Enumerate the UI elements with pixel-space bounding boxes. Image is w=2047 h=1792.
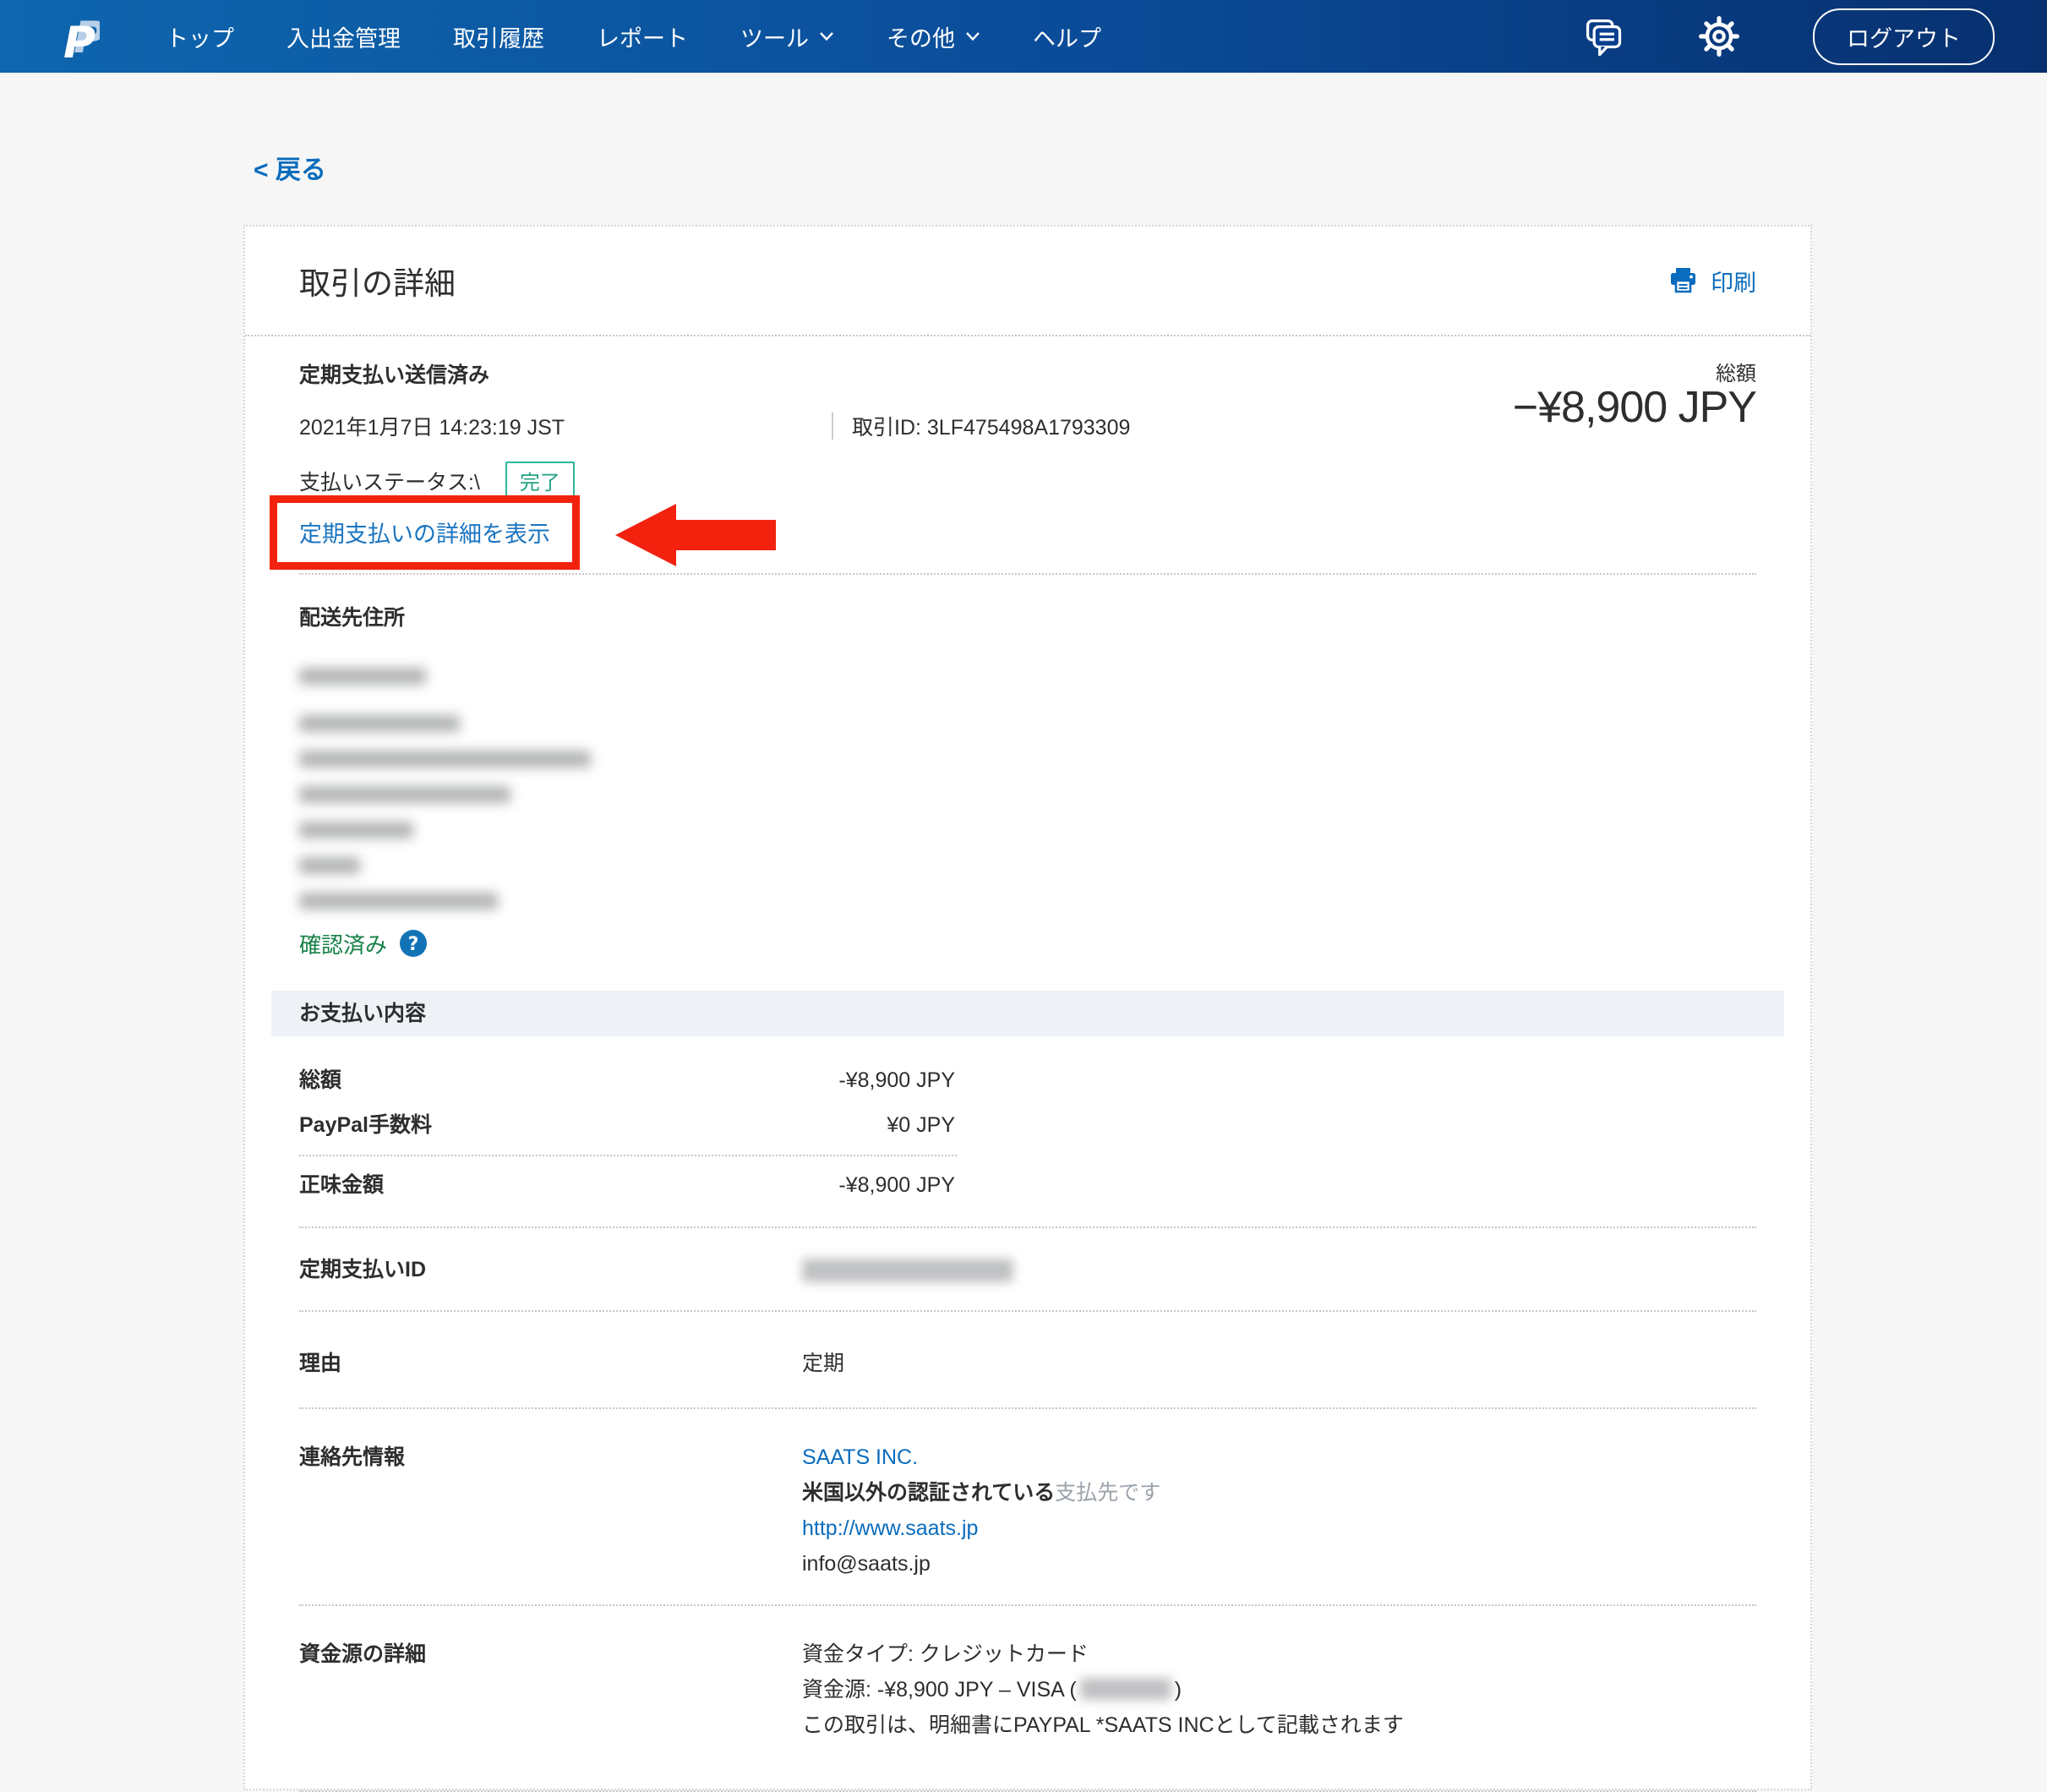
nav-item-help[interactable]: ヘルプ bbox=[1033, 20, 1101, 53]
reason-row: 理由 定期 bbox=[299, 1312, 1756, 1407]
merchant-name-link[interactable]: SAATS INC. bbox=[802, 1445, 918, 1469]
redacted-country bbox=[299, 857, 360, 874]
merchant-verified-suffix: 支払先です bbox=[1055, 1481, 1160, 1505]
payment-status-row: 支払いステータス:\ 完了 bbox=[299, 462, 575, 500]
reason-label: 理由 bbox=[299, 1346, 802, 1381]
svg-text:P: P bbox=[63, 18, 96, 63]
subtotal-divider bbox=[299, 1155, 957, 1156]
chat-bubbles-icon bbox=[1581, 14, 1625, 58]
nav-item-reports[interactable]: レポート bbox=[597, 20, 688, 53]
reason-value: 定期 bbox=[802, 1346, 844, 1381]
transaction-id: 取引ID: 3LF475498A1793309 bbox=[852, 411, 1130, 441]
statement-note: この取引は、明細書にPAYPAL *SAATS INCとして記載されます bbox=[802, 1707, 1404, 1743]
shipping-address-section: 配送先住所 確認済み ? bbox=[245, 575, 1810, 991]
redacted-recurring-id bbox=[802, 1259, 1013, 1282]
merchant-url-link[interactable]: http://www.saats.jp bbox=[802, 1516, 978, 1540]
chevron-down-icon bbox=[965, 31, 980, 41]
vertical-divider bbox=[832, 412, 833, 440]
nav-right-cluster: ログアウト bbox=[1581, 8, 1995, 65]
funding-source-line: 資金源: -¥8,900 JPY – VISA () bbox=[802, 1672, 1404, 1707]
transaction-type: 定期支払い送信済み bbox=[299, 358, 489, 389]
date-and-id-row: 2021年1月7日 14:23:19 JST 取引ID: 3LF475498A1… bbox=[299, 411, 1130, 441]
print-button[interactable]: 印刷 bbox=[1668, 265, 1756, 298]
print-label: 印刷 bbox=[1711, 265, 1756, 298]
shipping-address-heading: 配送先住所 bbox=[299, 605, 1756, 631]
funding-source-label: 資金源の詳細 bbox=[299, 1636, 802, 1743]
contact-info-label: 連絡先情報 bbox=[299, 1440, 802, 1582]
nav-item-tools[interactable]: ツール bbox=[740, 20, 834, 53]
red-left-arrow-icon bbox=[615, 504, 776, 566]
contact-info-row: 連絡先情報 SAATS INC. 米国以外の認証されている支払先です http:… bbox=[299, 1409, 1756, 1604]
redacted-phone bbox=[299, 893, 498, 910]
messages-button[interactable] bbox=[1581, 14, 1625, 58]
merchant-verified-text: 米国以外の認証されている bbox=[802, 1481, 1055, 1505]
question-circle-icon[interactable]: ? bbox=[399, 929, 428, 958]
payment-row-fee: PayPal手数料 ¥0 JPY bbox=[299, 1103, 1756, 1148]
redacted-postal-code bbox=[299, 822, 413, 839]
address-verified-row: 確認済み ? bbox=[299, 928, 1756, 959]
printer-icon bbox=[1668, 266, 1699, 295]
back-link[interactable]: < 戻る bbox=[254, 149, 326, 186]
settings-button[interactable] bbox=[1698, 15, 1740, 57]
payment-section-heading: お支払い内容 bbox=[271, 991, 1784, 1036]
payment-status-label: 支払いステータス:\ bbox=[299, 466, 480, 496]
funding-type: 資金タイプ: クレジットカード bbox=[802, 1636, 1404, 1672]
arrow-head bbox=[615, 504, 676, 566]
nav-item-activity[interactable]: 取引履歴 bbox=[453, 20, 544, 53]
nav-item-top[interactable]: トップ bbox=[166, 20, 234, 53]
transaction-datetime: 2021年1月7日 14:23:19 JST bbox=[299, 411, 832, 441]
detail-rows: 定期支払いID 理由 定期 連絡先情報 SAATS INC. 米国以外の認証され… bbox=[245, 1228, 1810, 1792]
recurring-id-label: 定期支払いID bbox=[299, 1252, 802, 1287]
view-recurring-details-link[interactable]: 定期支払いの詳細を表示 bbox=[299, 522, 550, 547]
chevron-down-icon bbox=[819, 31, 834, 41]
verified-label: 確認済み bbox=[299, 928, 387, 959]
funding-source-row: 資金源の詳細 資金タイプ: クレジットカード 資金源: -¥8,900 JPY … bbox=[299, 1606, 1756, 1790]
svg-text:?: ? bbox=[408, 934, 419, 955]
redacted-address-line bbox=[299, 715, 460, 732]
redacted-card-digits bbox=[1080, 1678, 1171, 1700]
paypal-logo-icon[interactable]: P P bbox=[61, 10, 100, 63]
transaction-details-card: 取引の詳細 印刷 定期支払い送信済み 総額 −¥8,900 JPY 2021年1… bbox=[243, 225, 1812, 1790]
nav-item-money[interactable]: 入出金管理 bbox=[287, 20, 401, 53]
annotation-red-box: 定期支払いの詳細を表示 bbox=[270, 495, 580, 570]
gear-icon bbox=[1698, 15, 1740, 57]
page-title: 取引の詳細 bbox=[299, 258, 456, 303]
recurring-id-row: 定期支払いID bbox=[299, 1228, 1756, 1310]
payment-amounts: 総額 -¥8,900 JPY PayPal手数料 ¥0 JPY 正味金額 -¥8… bbox=[245, 1036, 1810, 1228]
payment-row-net: 正味金額 -¥8,900 JPY bbox=[299, 1163, 1756, 1208]
arrow-shaft bbox=[674, 520, 776, 550]
logout-button[interactable]: ログアウト bbox=[1813, 8, 1995, 65]
merchant-email: info@saats.jp bbox=[802, 1552, 931, 1576]
transaction-summary: 定期支払い送信済み 総額 −¥8,900 JPY 2021年1月7日 14:23… bbox=[245, 336, 1810, 575]
redacted-address-line bbox=[299, 751, 591, 768]
payment-row-total: 総額 -¥8,900 JPY bbox=[299, 1058, 1756, 1103]
status-badge: 完了 bbox=[505, 462, 575, 500]
section-divider bbox=[299, 573, 1756, 575]
card-header: 取引の詳細 印刷 bbox=[245, 227, 1810, 336]
total-amount: −¥8,900 JPY bbox=[1513, 382, 1756, 433]
main-nav: トップ 入出金管理 取引履歴 レポート ツール その他 ヘルプ bbox=[166, 20, 1101, 53]
top-nav: P P トップ 入出金管理 取引履歴 レポート ツール その他 ヘルプ bbox=[0, 0, 2047, 73]
redacted-recipient-name bbox=[299, 668, 426, 685]
nav-item-more[interactable]: その他 bbox=[887, 20, 980, 53]
redacted-address-line bbox=[299, 786, 510, 803]
